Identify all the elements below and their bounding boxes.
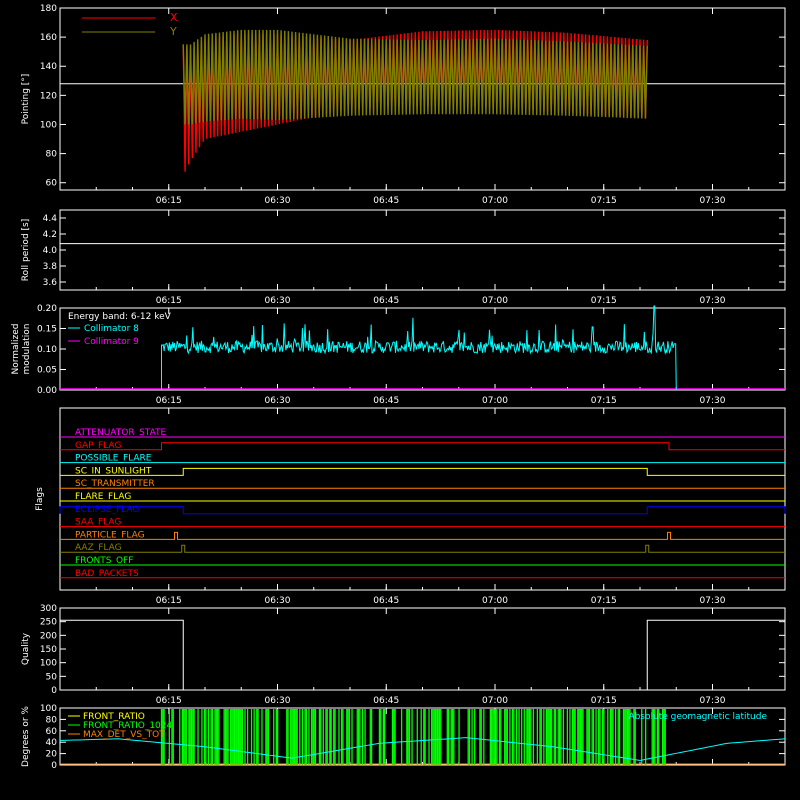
panel-3-xtick-label: 07:30	[700, 396, 726, 406]
collimator-9-legend-label: Collimator 9	[84, 337, 139, 347]
panel-4-xtick-label: 07:15	[591, 596, 617, 606]
panel-5-xtick-label: 07:15	[591, 696, 617, 706]
panel-6-ytick-label: 20	[46, 750, 58, 760]
panel-6-ytick-label: 60	[46, 727, 58, 737]
panel-1-xtick-label: 07:15	[591, 196, 617, 206]
panel-1-ytick-label: 160	[40, 33, 57, 43]
panel-3-ytick-label: 0.20	[37, 304, 57, 314]
panel-6-ytick-label: 80	[46, 715, 58, 725]
panel-2-ylabel: Roll period [s]	[21, 219, 31, 281]
panel-1-xtick-label: 07:30	[700, 196, 726, 206]
panel-3-ytick-label: 0.10	[37, 345, 57, 355]
panel-2-xtick-label: 06:15	[156, 296, 182, 306]
panel-6-ytick-label: 0	[51, 761, 57, 771]
figure: 06:15 06:30 06:45 07:00 07:15 07:30 Pointing […	[0, 0, 800, 800]
modulation-legend-title: Energy band: 6-12 keV	[68, 312, 172, 322]
panel-4-xtick-label: 06:45	[373, 596, 399, 606]
panel-5-ytick-label: 250	[40, 618, 57, 628]
degrees-legend-label-2: MAX_DET_VS_TOT	[83, 730, 165, 740]
panel-5-ytick-label: 50	[46, 672, 58, 682]
collimator-8-legend-label: Collimator 8	[84, 324, 139, 334]
panel-3-ytick-label: 0.05	[37, 366, 57, 376]
figure-background	[0, 0, 800, 800]
panel-4-xtick-label: 07:00	[482, 596, 508, 606]
panel-5-xtick-label: 06:15	[156, 696, 182, 706]
panel-1-xtick-label: 07:00	[482, 196, 508, 206]
panel-3-xtick-label: 06:30	[265, 396, 291, 406]
panel-3-ytick-label: 0.00	[37, 386, 57, 396]
panel-5-xtick-label: 07:00	[482, 696, 508, 706]
panel-5-ytick-label: 100	[40, 659, 57, 669]
panel-5-ytick-label: 0	[51, 686, 57, 696]
panel-2-ytick-label: 4.2	[43, 230, 57, 240]
panel-3-xtick-label: 07:15	[591, 396, 617, 406]
panel-1-ytick-label: 80	[46, 150, 58, 160]
panel-4-ylabel: Flags	[35, 487, 45, 511]
panel-6-ytick-label: 40	[46, 738, 58, 748]
panel-3-xtick-label: 07:00	[482, 396, 508, 406]
panel-2-ytick-label: 4.4	[43, 214, 58, 224]
ylabel-line: Normalized	[11, 323, 21, 374]
panel-2-xtick-label: 07:00	[482, 296, 508, 306]
panel-1-xtick-label: 06:30	[265, 196, 291, 206]
panel-5-ylabel: Quality	[21, 632, 31, 665]
panel-6-ytick-label: 100	[40, 704, 57, 714]
panel-1-ytick-label: 120	[40, 91, 57, 101]
panel-5-ytick-label: 300	[40, 604, 57, 614]
panel-5-xtick-label: 06:30	[265, 696, 291, 706]
panel-4-xtick-label: 06:30	[265, 596, 291, 606]
panel-5-xtick-label: 06:45	[373, 696, 399, 706]
panel-4-xtick-label: 06:15	[156, 596, 182, 606]
panel-2-xtick-label: 06:45	[373, 296, 399, 306]
panel-2-ytick-label: 3.6	[43, 278, 58, 288]
panel-3-ylabel: Normalizedmodulation	[11, 323, 32, 374]
panel-2-ytick-label: 4.0	[43, 246, 58, 256]
panel-1-ytick-label: 100	[40, 120, 57, 130]
panel-2-xtick-label: 06:30	[265, 296, 291, 306]
panel-5-ytick-label: 200	[40, 631, 57, 641]
panel-6-ylabel: Degrees or %	[21, 706, 31, 767]
panel-1-ytick-label: 60	[46, 179, 58, 189]
panel-5-ytick-label: 150	[40, 645, 57, 655]
panel-1-xtick-label: 06:45	[373, 196, 399, 206]
panel-1-xtick-label: 06:15	[156, 196, 182, 206]
panel-1-ylabel: Pointing [°]	[21, 74, 31, 125]
panel-3-xtick-label: 06:15	[156, 396, 182, 406]
geomagnetic-latitude-label: Absolute geomagnetic latitude	[628, 712, 767, 722]
panel-2-xtick-label: 07:30	[700, 296, 726, 306]
panel-3-ytick-label: 0.15	[37, 325, 57, 335]
panel-2-xtick-label: 07:15	[591, 296, 617, 306]
panel-1-ytick-label: 140	[40, 62, 57, 72]
pointing-legend-label-y: Y	[169, 25, 177, 38]
panel-3-xtick-label: 06:45	[373, 396, 399, 406]
ylabel-line: modulation	[22, 324, 32, 375]
panel-5-xtick-label: 07:30	[700, 696, 726, 706]
panel-2-ytick-label: 3.8	[43, 262, 58, 272]
panel-4-xtick-label: 07:30	[700, 596, 726, 606]
pointing-legend-label-x: X	[170, 11, 178, 24]
panel-1-ytick-label: 180	[40, 4, 57, 14]
